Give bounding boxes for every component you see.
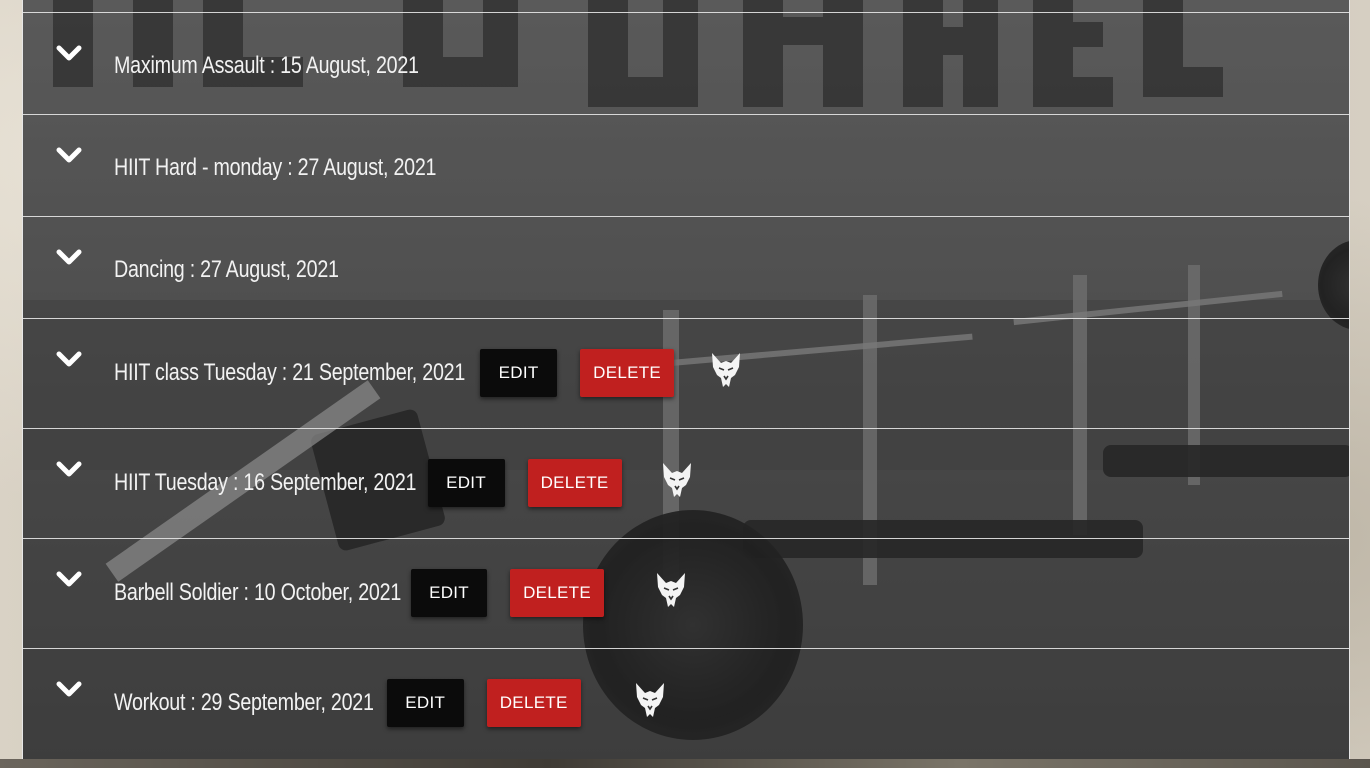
- bottom-background-strip: [0, 759, 1370, 768]
- chevron-down-icon[interactable]: [56, 147, 82, 165]
- list-item[interactable]: Workout : 29 September, 2021 EDIT DELETE: [23, 648, 1349, 758]
- edit-button[interactable]: EDIT: [427, 459, 505, 507]
- list-item-content: Workout : 29 September, 2021 EDIT DELETE: [114, 679, 581, 727]
- list-item-content: HIIT Hard - monday : 27 August, 2021: [114, 144, 507, 192]
- list-item-content: HIIT class Tuesday : 21 September, 2021 …: [114, 349, 675, 397]
- edit-button[interactable]: EDIT: [411, 569, 488, 617]
- class-title: HIIT Tuesday : 16 September, 2021: [114, 469, 417, 496]
- list-item[interactable]: Dancing : 27 August, 2021: [23, 216, 1349, 318]
- edit-button[interactable]: EDIT: [386, 679, 464, 727]
- list-item-content: Maximum Assault : 15 August, 2021: [114, 42, 486, 90]
- delete-button[interactable]: DELETE: [510, 569, 605, 617]
- list-item[interactable]: Maximum Assault : 15 August, 2021: [23, 12, 1349, 114]
- wolf-logo-icon: [712, 353, 740, 387]
- wolf-logo-icon: [636, 683, 664, 717]
- wolf-logo-icon: [657, 573, 685, 607]
- class-title: Workout : 29 September, 2021: [114, 689, 374, 716]
- delete-button[interactable]: DELETE: [527, 459, 622, 507]
- chevron-down-icon[interactable]: [56, 681, 82, 699]
- list-item[interactable]: HIIT Hard - monday : 27 August, 2021: [23, 114, 1349, 216]
- wolf-logo-icon: [663, 463, 691, 497]
- class-title: Barbell Soldier : 10 October, 2021: [114, 579, 402, 606]
- list-item-content: HIIT Tuesday : 16 September, 2021 EDIT D…: [114, 459, 622, 507]
- chevron-down-icon[interactable]: [56, 45, 82, 63]
- delete-button[interactable]: DELETE: [486, 679, 581, 727]
- class-list: Maximum Assault : 15 August, 2021 HIIT H…: [23, 0, 1349, 758]
- edit-button[interactable]: EDIT: [480, 349, 558, 397]
- list-item-content: Dancing : 27 August, 2021: [114, 246, 388, 294]
- delete-button[interactable]: DELETE: [580, 349, 675, 397]
- list-item-content: Barbell Soldier : 10 October, 2021 EDIT …: [114, 569, 605, 617]
- chevron-down-icon[interactable]: [56, 571, 82, 589]
- chevron-down-icon[interactable]: [56, 461, 82, 479]
- class-title: Dancing : 27 August, 2021: [114, 256, 339, 283]
- chevron-down-icon[interactable]: [56, 351, 82, 369]
- class-title: HIIT class Tuesday : 21 September, 2021: [114, 359, 466, 386]
- list-item[interactable]: HIIT Tuesday : 16 September, 2021 EDIT D…: [23, 428, 1349, 538]
- class-title: Maximum Assault : 15 August, 2021: [114, 52, 419, 79]
- chevron-down-icon[interactable]: [56, 249, 82, 267]
- list-top-spacer: [23, 0, 1349, 12]
- class-title: HIIT Hard - monday : 27 August, 2021: [114, 154, 437, 181]
- list-item[interactable]: Barbell Soldier : 10 October, 2021 EDIT …: [23, 538, 1349, 648]
- list-item[interactable]: HIIT class Tuesday : 21 September, 2021 …: [23, 318, 1349, 428]
- classes-panel: Maximum Assault : 15 August, 2021 HIIT H…: [22, 0, 1350, 759]
